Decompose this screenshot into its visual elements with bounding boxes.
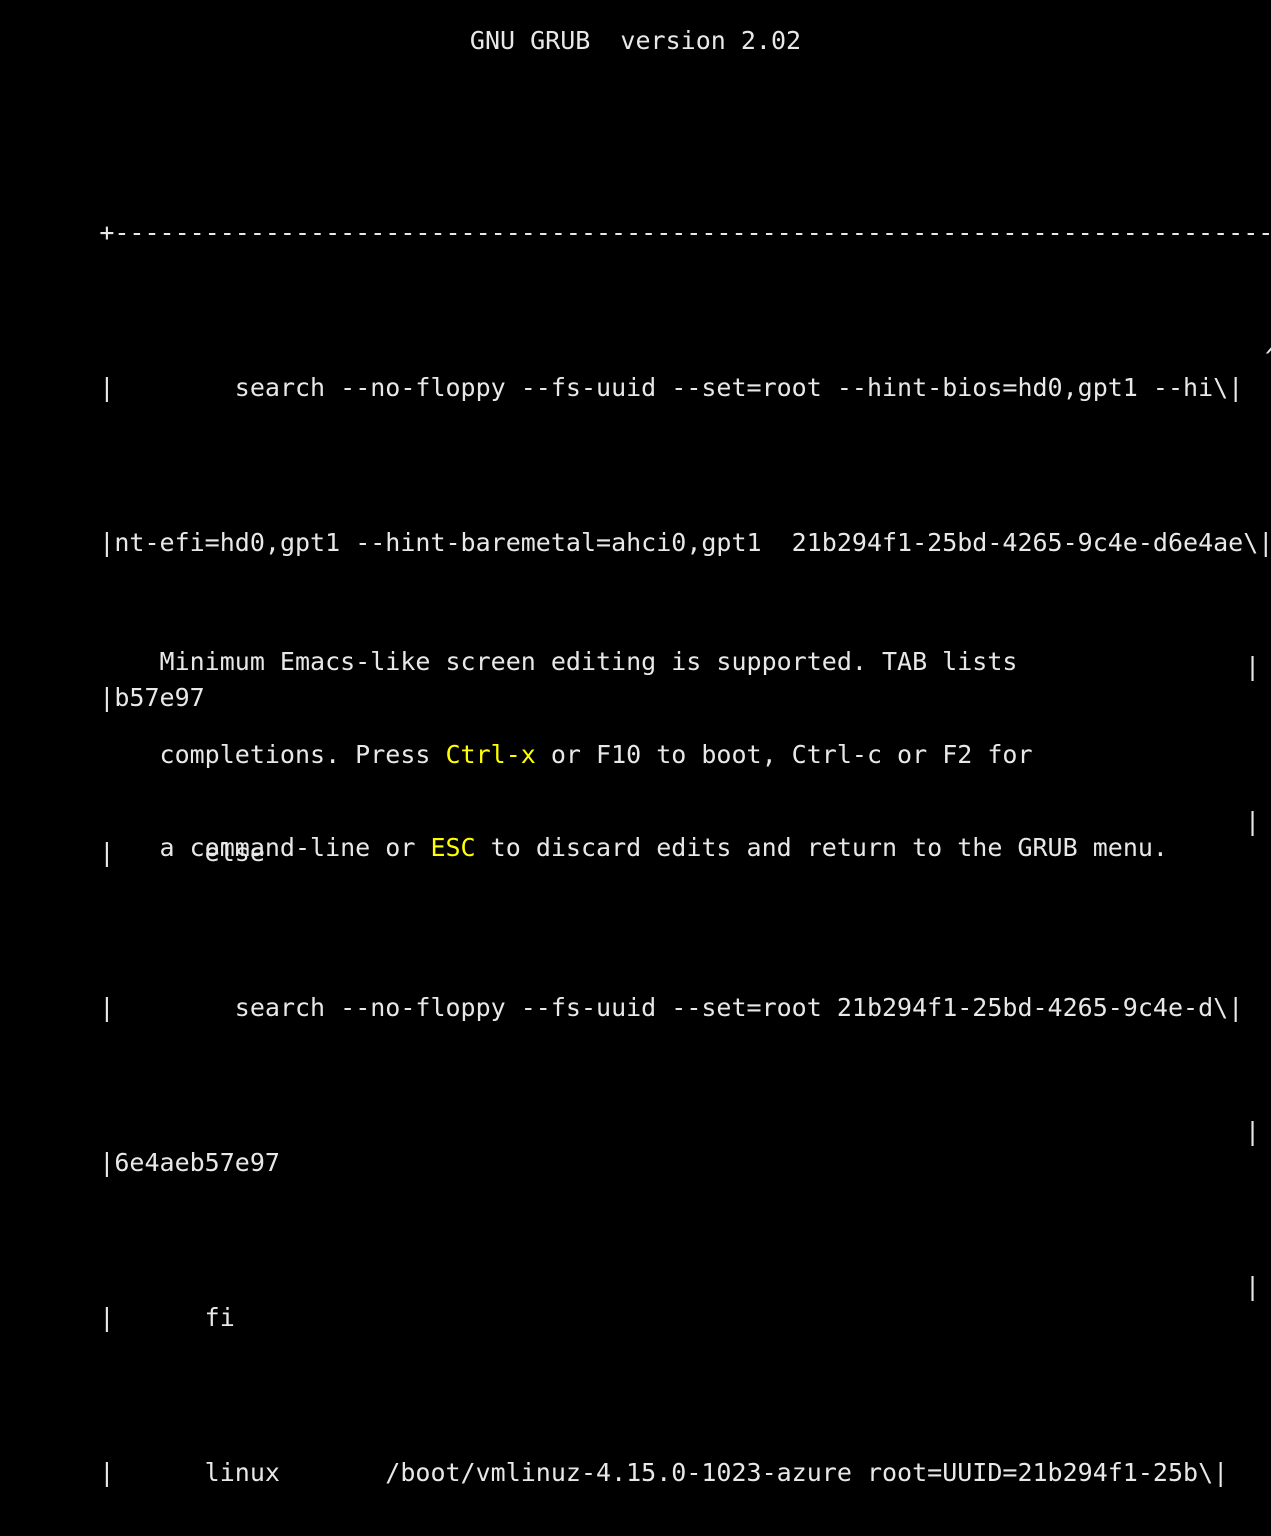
shortcut-esc: ESC: [430, 833, 476, 862]
edit-line-3-right-border: |: [1245, 652, 1261, 681]
help-line-2-text-a: completions. Press: [99, 740, 446, 769]
shortcut-ctrl-x: Ctrl-x: [445, 740, 536, 769]
help-line-2-text-b: or F10 to boot, Ctrl-c or F2 for: [535, 740, 1033, 769]
edit-line-7-left-border: |: [99, 1303, 115, 1332]
edit-line-6-right-border: |: [1245, 1117, 1261, 1146]
edit-line-7-text: fi: [114, 1303, 235, 1332]
edit-line-5-left-border: |: [99, 993, 115, 1022]
edit-line-8-right-border: |: [1213, 1458, 1229, 1487]
help-line-3: a command-line or ESC to discard edits a…: [9, 801, 1168, 862]
edit-box-top-border: +---------------------------------------…: [9, 186, 1271, 247]
edit-line-6[interactable]: |6e4aeb57e97 |: [9, 1116, 1261, 1177]
edit-line-8-left-border: |: [99, 1458, 115, 1487]
grub-boot-editor-screen: GNU GRUB version 2.02 +-----------------…: [0, 0, 1271, 1487]
edit-line-4-right-border: |: [1245, 807, 1261, 836]
help-line-1: Minimum Emacs-like screen editing is sup…: [9, 615, 1168, 676]
edit-line-5[interactable]: | search --no-floppy --fs-uuid --set=roo…: [9, 961, 1261, 1022]
edit-line-5-text: search --no-floppy --fs-uuid --set=root …: [114, 993, 1229, 1022]
edit-line-2-right-border: |: [1258, 528, 1271, 557]
help-line-3-text-a: a command-line or: [99, 833, 431, 862]
help-line-2: completions. Press Ctrl-x or F10 to boot…: [9, 708, 1168, 769]
help-line-3-text-b: to discard edits and return to the GRUB …: [475, 833, 1168, 862]
edit-line-5-right-border: |: [1228, 993, 1244, 1022]
edit-box-top-border-text: +---------------------------------------…: [99, 218, 1271, 247]
edit-line-2[interactable]: |nt-efi=hd0,gpt1 --hint-baremetal=ahci0,…: [9, 496, 1271, 557]
help-text-block: Minimum Emacs-like screen editing is sup…: [9, 553, 1168, 894]
scroll-up-indicator-icon[interactable]: ^: [1265, 341, 1271, 372]
edit-line-6-left-border: |: [99, 1148, 115, 1177]
help-line-1-text: Minimum Emacs-like screen editing is sup…: [99, 647, 1018, 676]
edit-line-7-right-border: |: [1245, 1272, 1261, 1301]
edit-line-1-left-border: |: [99, 373, 115, 402]
edit-line-1-right-border: |: [1228, 373, 1244, 402]
edit-line-8-text: linux /boot/vmlinuz-4.15.0-1023-azure ro…: [114, 1458, 1214, 1487]
edit-line-1-text: search --no-floppy --fs-uuid --set=root …: [114, 373, 1229, 402]
edit-line-8[interactable]: | linux /boot/vmlinuz-4.15.0-1023-azure …: [9, 1426, 1261, 1487]
edit-line-1[interactable]: | search --no-floppy --fs-uuid --set=roo…: [9, 341, 1271, 402]
edit-line-7[interactable]: | fi |: [9, 1271, 1261, 1332]
edit-line-6-text: 6e4aeb57e97: [114, 1148, 280, 1177]
page-title: GNU GRUB version 2.02: [469, 26, 802, 55]
